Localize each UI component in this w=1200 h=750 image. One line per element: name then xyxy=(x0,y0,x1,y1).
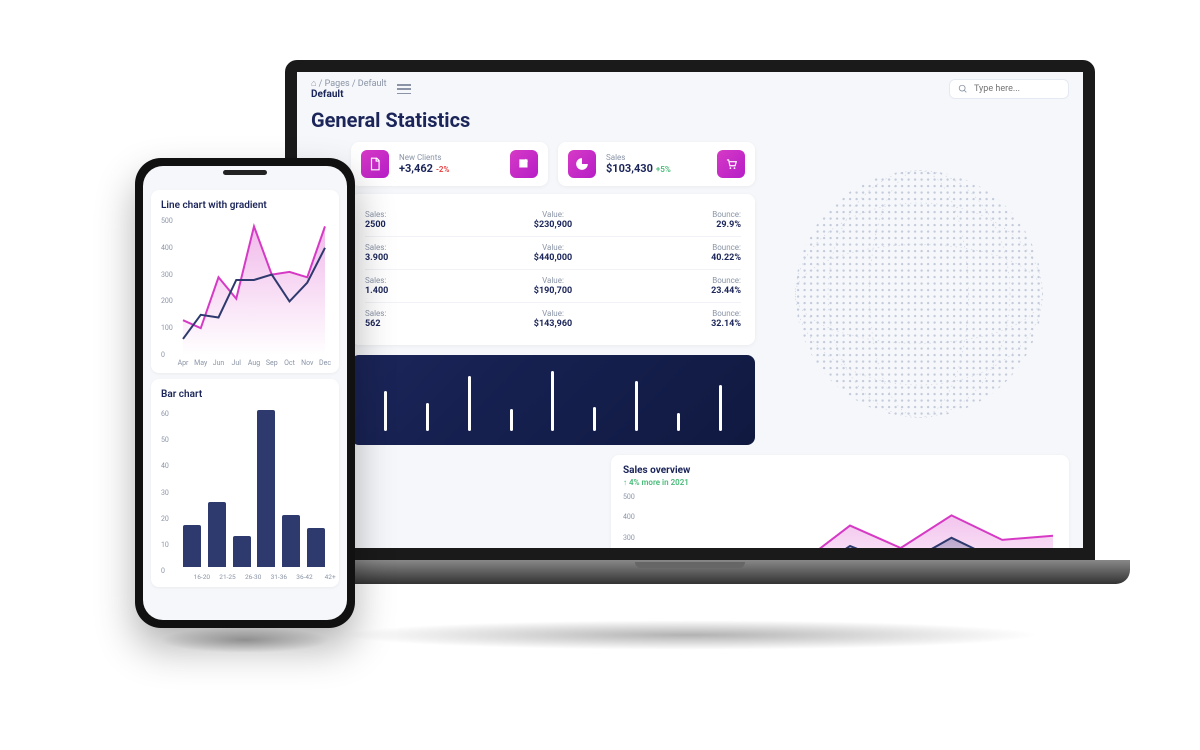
mini-bar xyxy=(677,413,680,431)
bar xyxy=(307,528,325,567)
phone-device: Line chart with gradient 010020030040050… xyxy=(135,158,355,628)
breadcrumb-title: Default xyxy=(311,89,387,100)
stat-value: +3,462 xyxy=(399,162,433,175)
mini-bar xyxy=(719,385,722,431)
mini-bar xyxy=(468,376,471,431)
table-row: Sales:562 Value:$143,960 Bounce:32.14% xyxy=(365,303,741,335)
cell-bounce: Bounce:23.44% xyxy=(616,276,741,296)
page-title: General Statistics xyxy=(297,102,1083,142)
sales-overview-title: Sales overview xyxy=(623,465,1057,476)
bar xyxy=(233,536,251,567)
table-row: Sales:3.900 Value:$440,000 Bounce:40.22% xyxy=(365,237,741,270)
table-row: Sales:2500 Value:$230,900 Bounce:29.9% xyxy=(365,204,741,237)
mini-bar xyxy=(510,409,513,431)
search-input[interactable] xyxy=(974,84,1054,94)
cell-sales: Sales:2500 xyxy=(365,210,490,230)
cell-value: Value:$440,000 xyxy=(490,243,615,263)
cell-sales: Sales:3.900 xyxy=(365,243,490,263)
stat-label: Sales xyxy=(606,153,707,162)
breadcrumb[interactable]: ⌂ / Pages / Default Default xyxy=(311,78,387,100)
pie-icon xyxy=(568,150,596,178)
mini-bar xyxy=(551,371,554,431)
cell-value: Value:$230,900 xyxy=(490,210,615,230)
line-chart: 0100200300400500AprMayJunJulAugSepOctNov… xyxy=(161,217,329,367)
header-bar: ⌂ / Pages / Default Default xyxy=(297,72,1083,102)
phone-shadow xyxy=(160,627,330,653)
mini-bar xyxy=(426,403,429,431)
bar-chart-card[interactable]: Bar chart 010203040506016-2021-2526-3031… xyxy=(151,379,339,587)
cell-sales: Sales:562 xyxy=(365,309,490,329)
stat-card-sales[interactable]: Sales $103,430+5% xyxy=(558,142,755,186)
sales-overview-subtitle: 4% more in 2021 xyxy=(623,478,1057,487)
sales-overview-card[interactable]: Sales overview 4% more in 2021 010020030… xyxy=(611,455,1069,560)
search-icon xyxy=(958,84,968,94)
bar xyxy=(282,515,300,567)
cell-bounce: Bounce:29.9% xyxy=(616,210,741,230)
mini-bar-chart xyxy=(351,355,755,445)
bar xyxy=(208,502,226,567)
stat-delta: +5% xyxy=(656,165,671,174)
bar xyxy=(257,410,275,567)
document-icon xyxy=(361,150,389,178)
line-chart-card[interactable]: Line chart with gradient 010020030040050… xyxy=(151,190,339,373)
mini-bar xyxy=(635,381,638,431)
stat-delta: -2% xyxy=(436,165,449,174)
cell-value: Value:$143,960 xyxy=(490,309,615,329)
breadcrumb-path: ⌂ / Pages / Default xyxy=(311,79,387,89)
laptop-screen: ⌂ / Pages / Default Default General Stat… xyxy=(285,60,1095,560)
stat-value: $103,430 xyxy=(606,162,653,175)
phone-screen: Line chart with gradient 010020030040050… xyxy=(143,166,347,620)
cell-bounce: Bounce:32.14% xyxy=(616,309,741,329)
edit-icon[interactable] xyxy=(510,150,538,178)
laptop-shadow xyxy=(340,620,1040,650)
cell-bounce: Bounce:40.22% xyxy=(616,243,741,263)
search-box[interactable] xyxy=(949,79,1069,99)
bar-chart: 010203040506016-2021-2526-3031-3636-4242… xyxy=(161,406,329,581)
bar xyxy=(183,525,201,567)
bar-chart-title: Bar chart xyxy=(161,389,329,400)
laptop-base xyxy=(250,560,1130,584)
cart-icon[interactable] xyxy=(717,150,745,178)
laptop-device: ⌂ / Pages / Default Default General Stat… xyxy=(250,60,1130,620)
cell-value: Value:$190,700 xyxy=(490,276,615,296)
globe-icon xyxy=(789,164,1049,424)
stat-card-new-clients[interactable]: New Clients +3,462-2% xyxy=(351,142,548,186)
mini-bar xyxy=(593,407,596,431)
metrics-table: Sales:2500 Value:$230,900 Bounce:29.9% S… xyxy=(351,194,755,345)
menu-icon[interactable] xyxy=(397,84,411,94)
stat-label: New Clients xyxy=(399,153,500,162)
sales-overview-chart: 0100200300400500 xyxy=(623,493,1057,560)
table-row: Sales:1.400 Value:$190,700 Bounce:23.44% xyxy=(365,270,741,303)
globe-visual xyxy=(769,142,1069,445)
mini-bar xyxy=(384,391,387,431)
line-chart-title: Line chart with gradient xyxy=(161,200,329,211)
cell-sales: Sales:1.400 xyxy=(365,276,490,296)
